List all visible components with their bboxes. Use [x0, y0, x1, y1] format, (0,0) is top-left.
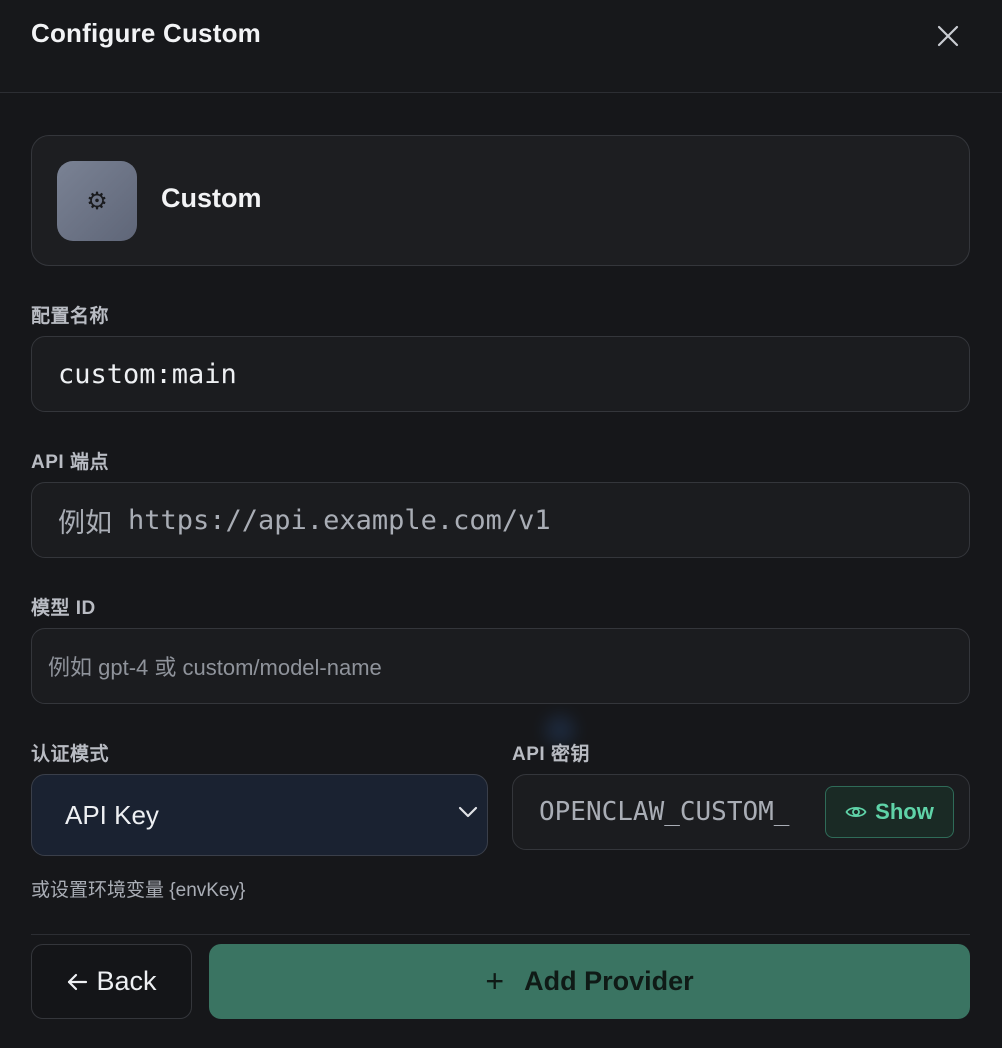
provider-card: ⚙ Custom	[31, 135, 970, 266]
back-button[interactable]: Back	[31, 944, 192, 1019]
close-button[interactable]	[930, 18, 966, 54]
model-id-input[interactable]: 例如 gpt-4 或 custom/model-name	[31, 628, 970, 704]
api-key-value: OPENCLAW_CUSTOM_	[539, 797, 790, 827]
provider-name: Custom	[161, 183, 262, 213]
config-name-input[interactable]: custom:main	[31, 336, 970, 412]
config-name-label: 配置名称	[31, 306, 110, 327]
auth-mode-select[interactable]: API Key	[31, 774, 488, 856]
api-endpoint-placeholder-prefix: 例如	[58, 507, 112, 539]
auth-mode-label: 认证模式	[31, 744, 110, 765]
chevron-down-icon	[458, 806, 478, 818]
api-endpoint-label: API 端点	[31, 452, 109, 473]
eye-icon	[845, 806, 867, 818]
add-provider-button[interactable]: + Add Provider	[209, 944, 970, 1019]
back-label: Back	[96, 966, 157, 996]
close-icon	[937, 25, 959, 47]
configure-provider-dialog: Configure Custom ⚙ Custom 配置名称 custom:ma…	[0, 0, 1002, 1048]
add-provider-label: Add Provider	[524, 966, 694, 996]
model-id-placeholder: 例如 gpt-4 或 custom/model-name	[48, 655, 382, 680]
dialog-header: Configure Custom	[0, 0, 1002, 93]
footer-divider	[31, 934, 970, 935]
show-key-label: Show	[875, 799, 934, 824]
config-name-value: custom:main	[58, 358, 237, 390]
dialog-title: Configure Custom	[31, 18, 261, 48]
auth-mode-selected: API Key	[65, 799, 159, 830]
arrow-left-icon	[68, 973, 88, 990]
api-endpoint-placeholder-url: https://api.example.com/v1	[128, 504, 551, 536]
plus-icon: +	[485, 963, 505, 999]
env-hint: 或设置环境变量 {envKey}	[31, 880, 246, 901]
api-endpoint-input[interactable]: 例如 https://api.example.com/v1	[31, 482, 970, 558]
gear-icon: ⚙	[57, 161, 137, 241]
model-id-label: 模型 ID	[31, 598, 96, 619]
show-key-button[interactable]: Show	[825, 786, 954, 838]
api-key-label: API 密钥	[512, 744, 590, 765]
